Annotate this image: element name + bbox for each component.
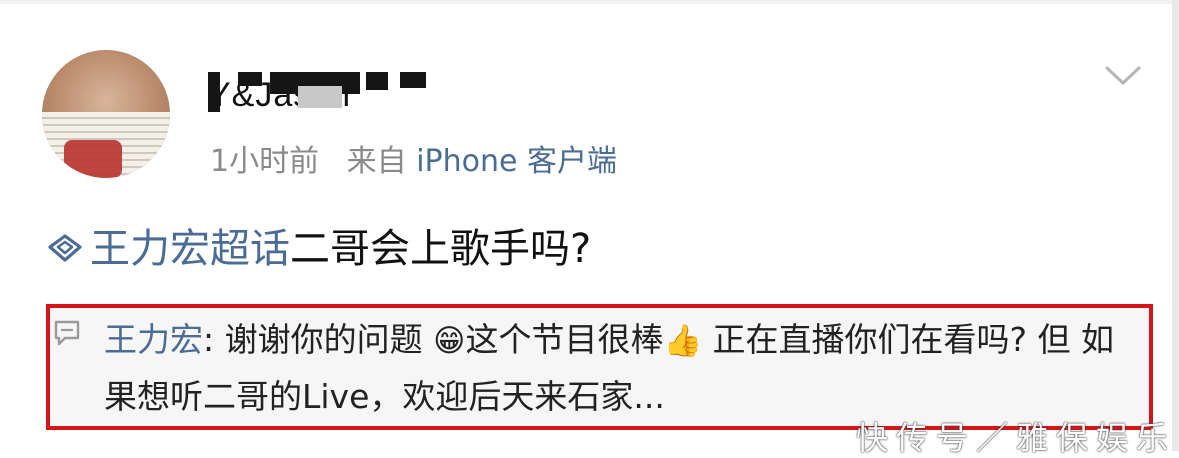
- post-text: 二哥会上歌手吗?: [290, 226, 592, 272]
- chevron-down-icon[interactable]: [1104, 62, 1142, 90]
- comment-bubble-icon: [54, 320, 80, 346]
- top-divider: [0, 0, 1179, 4]
- username-redaction: [298, 86, 342, 108]
- grin-emoji-icon: 😁: [433, 323, 466, 359]
- post-meta: 1小时前 来自 iPhone 客户端: [210, 136, 617, 180]
- avatar[interactable]: [42, 50, 170, 178]
- comment-text[interactable]: 王力宏: 谢谢你的问题 😁这个节目很棒👍 正在直播你们在看吗? 但 如果想听二哥…: [104, 312, 1139, 425]
- post-time: 1小时前: [210, 144, 320, 179]
- username[interactable]: Y&Jason: [208, 72, 448, 114]
- comment-separator: :: [203, 320, 225, 359]
- avatar-red-detail: [64, 140, 122, 178]
- username-redaction: [366, 72, 388, 90]
- username-redaction: [238, 72, 262, 86]
- username-redaction: [208, 72, 220, 112]
- post-body: 王力宏超话二哥会上歌手吗?: [46, 216, 591, 274]
- thumbs-up-emoji-icon: 👍: [663, 323, 703, 359]
- post-source-client[interactable]: iPhone 客户端: [416, 144, 617, 179]
- comment-text-part: 这个节目很棒: [465, 320, 664, 359]
- right-edge: [1172, 0, 1179, 451]
- supertopic-diamond-icon: [48, 234, 82, 262]
- comment-author[interactable]: 王力宏: [104, 320, 203, 359]
- username-redaction: [400, 72, 426, 88]
- comment-text-part: 谢谢你的问题: [224, 320, 434, 359]
- watermark: 快传号／雅保娱乐: [856, 419, 1177, 457]
- supertopic-link[interactable]: 王力宏超话: [90, 226, 290, 272]
- post-source-prefix: 来自: [346, 144, 407, 179]
